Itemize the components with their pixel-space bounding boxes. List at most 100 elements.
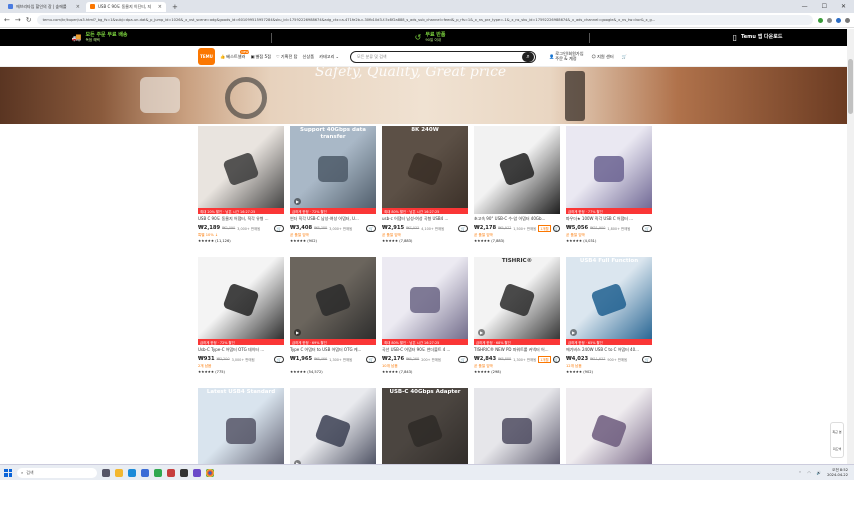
product-card[interactable]: 8K 240W 최대 80% 할인 · 남은 시간 16:27:25 usb-c 어…: [382, 126, 468, 254]
rating[interactable]: ★★★★★ (54,572): [290, 370, 376, 375]
product-image[interactable]: [474, 126, 560, 214]
product-image[interactable]: Support 40Gbps data transfer ▶ 급하게 한정 · 72…: [290, 126, 376, 214]
product-image[interactable]: 8K 240W 최대 80% 할인 · 남은 시간 16:27:25: [382, 126, 468, 214]
play-video-icon[interactable]: ▶: [570, 329, 577, 336]
app-icon[interactable]: [154, 468, 162, 477]
rating[interactable]: ★★★★★ (4,031): [566, 239, 652, 244]
rating[interactable]: ★★★★★ (775): [198, 370, 284, 375]
product-card[interactable]: [566, 388, 652, 516]
taskview-icon[interactable]: [102, 468, 110, 477]
menu-icon[interactable]: [845, 17, 850, 23]
product-image[interactable]: ▶: [290, 388, 376, 476]
product-card[interactable]: Support 40Gbps data transfer ▶ 급하게 한정 · 72…: [290, 126, 376, 254]
url-input[interactable]: temu.com/kr/kuper/us3.html?_bg_fs=1&subj…: [36, 15, 813, 25]
product-title[interactable]: USB C 90도 동물지 어댑터, 직각 유형 ...: [198, 216, 284, 222]
temu-logo[interactable]: TEMU: [198, 48, 215, 65]
extension-icon[interactable]: [818, 17, 823, 23]
rating[interactable]: ★★★★★ (7,883): [382, 239, 468, 244]
volume-icon[interactable]: 🔊: [817, 471, 821, 475]
profile-icon[interactable]: [836, 17, 841, 23]
product-image[interactable]: 최대 80% 할인 · 남은 시간 16:27:25: [382, 257, 468, 345]
store-icon[interactable]: [141, 468, 149, 477]
nav-featured[interactable]: ♡ 기획전 탑: [276, 54, 298, 60]
product-card[interactable]: [474, 388, 560, 516]
product-image[interactable]: 급하게 한정 · 72% 할인: [198, 257, 284, 345]
promo-free-shipping[interactable]: 🚚 모든 주문 무료 배송 독점 혜택: [72, 32, 128, 43]
clock[interactable]: 오전 8:52 2024-04-22: [827, 468, 848, 477]
hero-banner[interactable]: Safety, Quality, Great price: [0, 67, 847, 124]
support-center[interactable]: ☺ 지원 센터: [592, 54, 614, 60]
nav-categories[interactable]: 카테고리 ⌄: [319, 54, 339, 60]
product-card[interactable]: TISHRIC® ▶ 급하게 한정 · 68% 할인 TISHRIC® NEW PD …: [474, 257, 560, 385]
play-video-icon[interactable]: ▶: [478, 329, 485, 336]
promo-app-download[interactable]: ▯ Temu 앱 다운로드: [733, 33, 783, 42]
product-title[interactable]: 초고속 90° USB-C 수-암 어댑터 40Gb...: [474, 216, 560, 222]
product-title[interactable]: usb-c 어댑터 남성-여성 곡형 USB4 ...: [382, 216, 468, 222]
play-video-icon[interactable]: ▶: [294, 198, 301, 205]
search-input[interactable]: 모든 분류 및 검색 ⌕: [350, 50, 537, 63]
nav-new-arrivals[interactable]: 신상품: [303, 54, 315, 60]
product-card[interactable]: 초고속 90° USB-C 수-암 어댑터 40Gb... ₩2,178 ₩5,97…: [474, 126, 560, 254]
product-card[interactable]: 최대 80% 할인 · 남은 시간 16:27:25 곡선 USB-C 어댑터 9…: [382, 257, 468, 385]
product-title[interactable]: 에기비스 240W USB C to C 어댑터 40...: [566, 347, 652, 353]
add-to-cart-button[interactable]: 🛒: [642, 355, 652, 363]
product-image[interactable]: USB4 Full Function ▶ 급하게 한정 · 65% 할인: [566, 257, 652, 345]
new-tab-button[interactable]: +: [168, 3, 182, 11]
app-icon[interactable]: [167, 468, 175, 477]
explorer-icon[interactable]: [115, 468, 123, 477]
product-image[interactable]: USB-C 40Gbps Adapter: [382, 388, 468, 476]
recently-viewed-button[interactable]: 최근 본: [831, 430, 843, 434]
product-title[interactable]: TISHRIC® NEW PD 파워트롤 커넥터 어...: [474, 347, 560, 353]
minimize-icon[interactable]: —: [802, 3, 808, 10]
close-tab-icon[interactable]: ×: [158, 4, 162, 10]
add-to-cart-button[interactable]: 🛒: [458, 224, 468, 232]
app-icon[interactable]: [193, 468, 201, 477]
taskbar-search[interactable]: ⌕ 검색: [17, 467, 97, 478]
wifi-icon[interactable]: ◠: [807, 471, 810, 475]
add-to-cart-button[interactable]: 🛒: [552, 355, 560, 363]
product-title[interactable]: 곡선 USB-C 어댑터 90도 썬더볼트 4 ...: [382, 347, 468, 353]
add-to-cart-button[interactable]: 🛒: [274, 355, 284, 363]
play-video-icon[interactable]: ▶: [294, 329, 301, 336]
maximize-icon[interactable]: ☐: [822, 3, 827, 10]
windows-start-icon[interactable]: [4, 468, 12, 477]
promo-free-return[interactable]: ↺ 무료 반품 90일 이내: [415, 32, 446, 43]
product-title[interactable]: Usb-C Type-C 어댑터 OTG 데이터 ...: [198, 347, 284, 353]
product-image[interactable]: 최대 20% 할인 · 남은 시간 16:27:25: [198, 126, 284, 214]
product-image[interactable]: [474, 388, 560, 476]
rating[interactable]: ★★★★★ (7,883): [474, 239, 560, 244]
add-to-cart-button[interactable]: 🛒: [552, 224, 560, 232]
product-card[interactable]: Latest USB4 Standard: [198, 388, 284, 516]
product-image[interactable]: 급하게 한정 · 77% 할인: [566, 126, 652, 214]
product-title[interactable]: 썬더 직각 USB-C 남성-여성 어댑터, U...: [290, 216, 376, 222]
forward-icon[interactable]: →: [15, 16, 21, 24]
page-scrollbar[interactable]: [847, 29, 854, 464]
product-title[interactable]: Type C 어댑터 to USB 어댑터 OTG 케...: [290, 347, 376, 353]
close-window-icon[interactable]: ✕: [841, 3, 846, 10]
app-icon[interactable]: [180, 468, 188, 477]
add-to-cart-button[interactable]: 🛒: [642, 224, 652, 232]
product-card[interactable]: 급하게 한정 · 77% 할인 파우더★ 100W 직각 USB C 어댑터 ..…: [566, 126, 652, 254]
add-to-cart-button[interactable]: 🛒: [458, 355, 468, 363]
back-icon[interactable]: ←: [4, 16, 10, 24]
product-card[interactable]: USB-C 40Gbps Adapter: [382, 388, 468, 516]
product-image[interactable]: ▶ 급하게 한정 · 69% 할인: [290, 257, 376, 345]
product-image[interactable]: Latest USB4 Standard: [198, 388, 284, 476]
product-card[interactable]: 급하게 한정 · 72% 할인 Usb-C Type-C 어댑터 OTG 데이터 …: [198, 257, 284, 385]
puzzle-icon[interactable]: [827, 17, 832, 23]
product-card[interactable]: 최대 20% 할인 · 남은 시간 16:27:25 USB C 90도 동물지 …: [198, 126, 284, 254]
rating[interactable]: ★★★★★ (902): [290, 239, 376, 244]
rating[interactable]: ★★★★★ (902): [566, 370, 652, 375]
browser-tab[interactable]: USB C 90도 동물지 이딘티, 지 ×: [86, 1, 166, 12]
close-tab-icon[interactable]: ×: [76, 4, 80, 10]
cart-button[interactable]: 🛒: [622, 54, 627, 60]
product-image[interactable]: TISHRIC® ▶ 급하게 한정 · 68% 할인: [474, 257, 560, 345]
add-to-cart-button[interactable]: 🛒: [366, 355, 376, 363]
chrome-icon[interactable]: [206, 468, 214, 477]
feedback-button[interactable]: 피드백: [831, 447, 843, 451]
nav-five-star[interactable]: ▣ 별점 5점: [250, 54, 271, 60]
browser-tab[interactable]: 에브리타임 할인의 장 | 숲에를 ×: [4, 2, 84, 12]
edge-icon[interactable]: [128, 468, 136, 477]
account-menu[interactable]: 👤 로그인/회원가입 주문 & 계정: [549, 51, 584, 62]
scrollbar-thumb[interactable]: [848, 59, 853, 114]
